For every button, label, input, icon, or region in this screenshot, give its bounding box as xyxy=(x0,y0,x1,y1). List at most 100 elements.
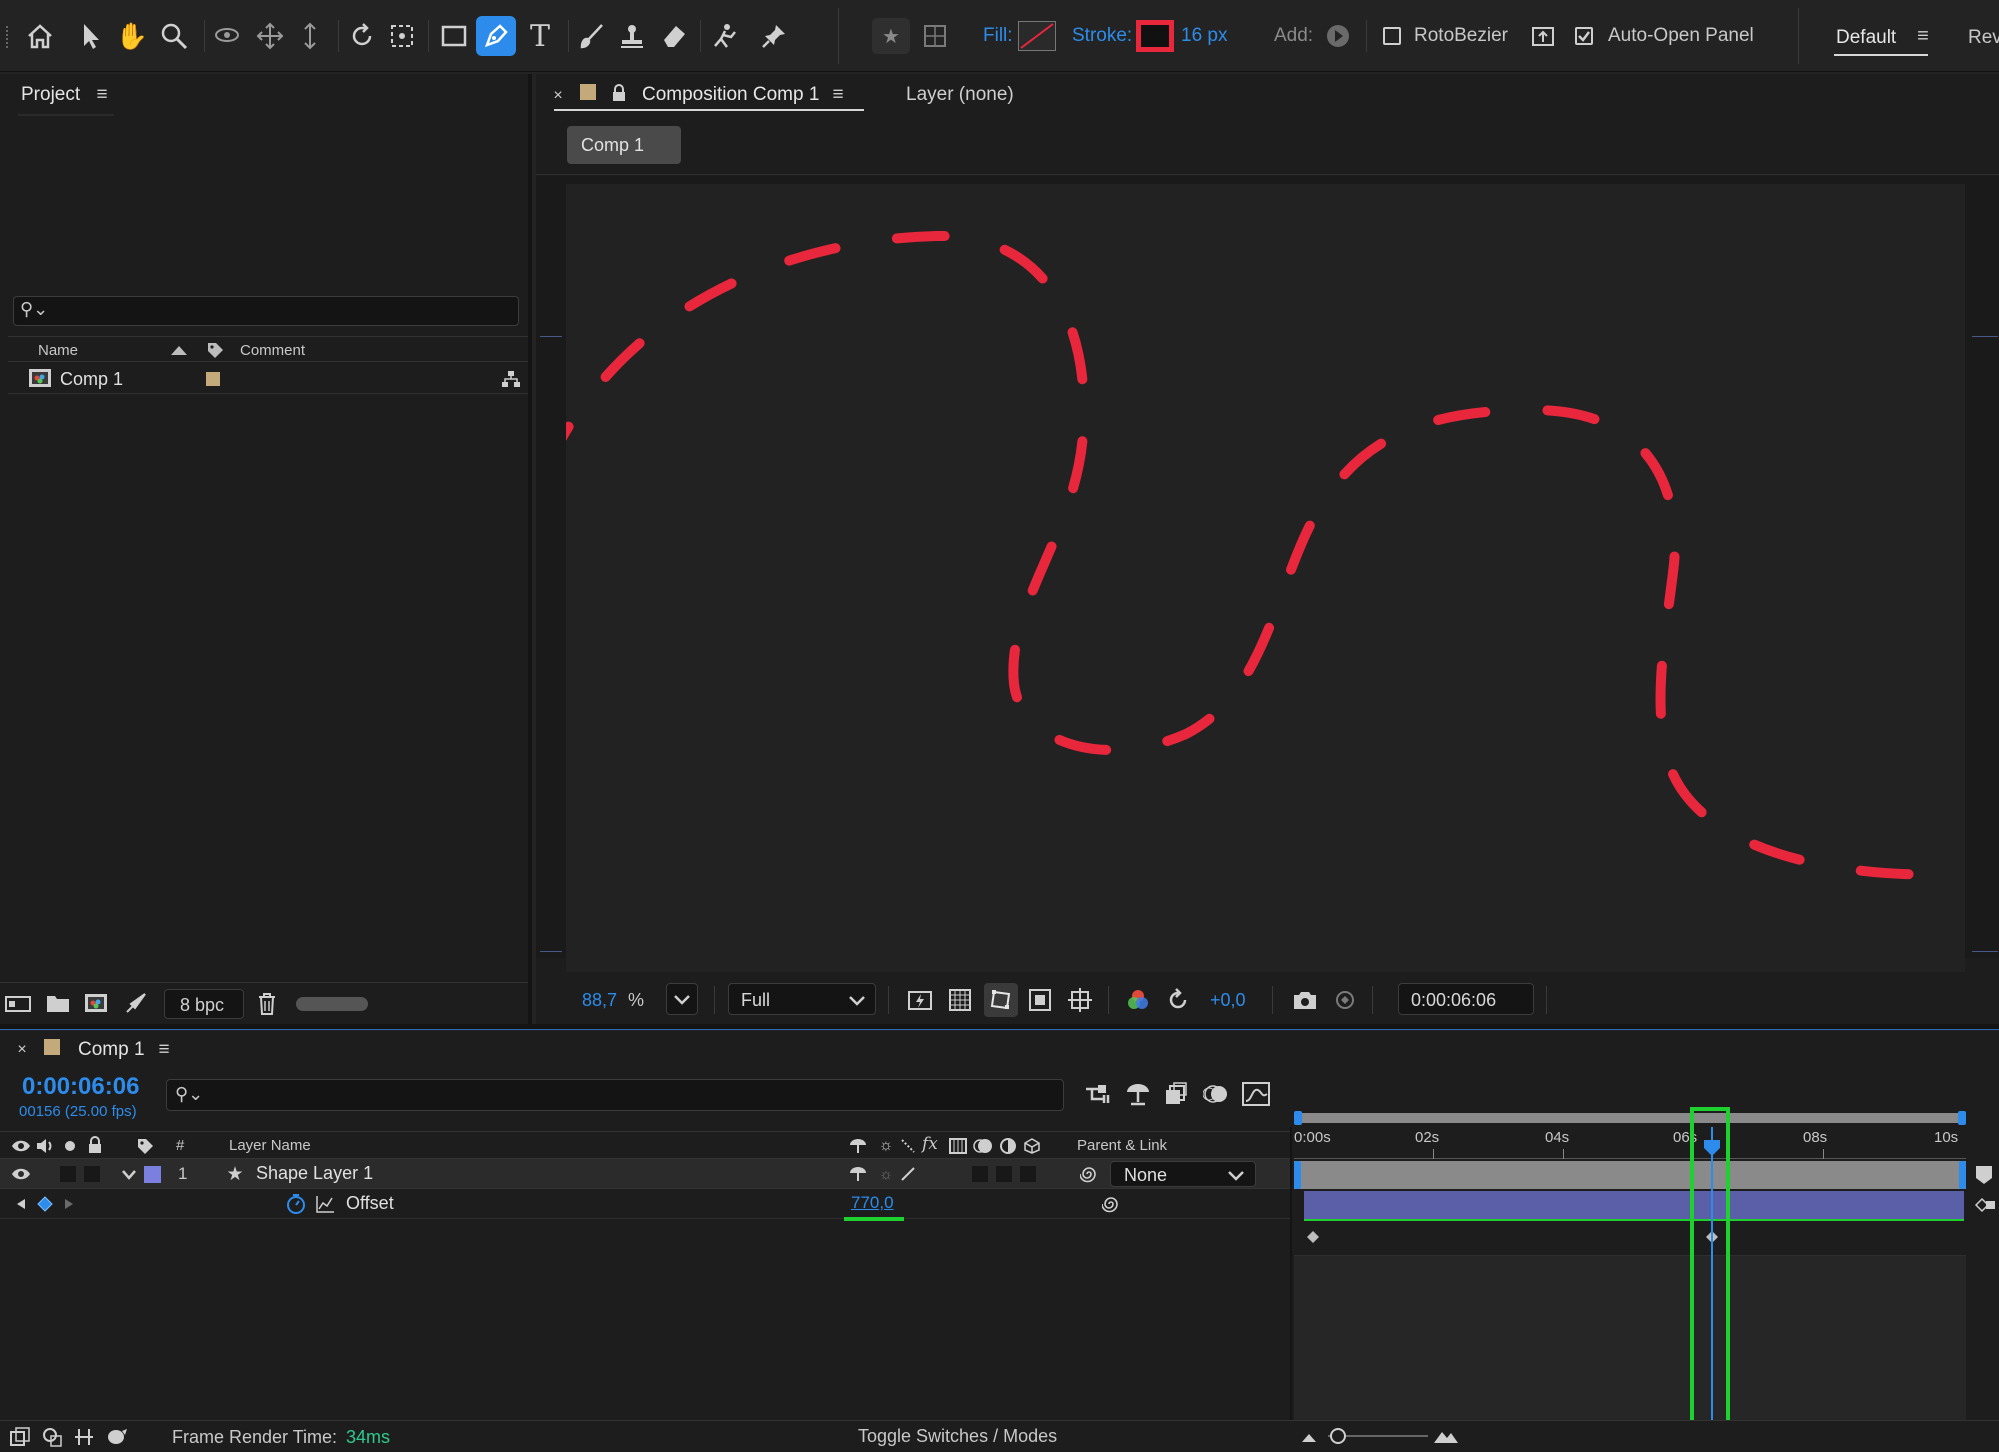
lock-column-icon[interactable] xyxy=(84,1134,106,1156)
show-snapshot-icon[interactable] xyxy=(1330,986,1360,1014)
anchor-point-icon[interactable] xyxy=(384,18,420,54)
graph-icon[interactable] xyxy=(314,1193,336,1215)
grid-guides-icon[interactable] xyxy=(1066,986,1094,1014)
motion-blur-switch-icon[interactable] xyxy=(972,1135,994,1157)
col-comment[interactable]: Comment xyxy=(240,342,305,359)
clone-stamp-icon[interactable] xyxy=(614,18,650,54)
add-keyframe-icon[interactable] xyxy=(34,1194,56,1214)
visibility-eye-icon[interactable] xyxy=(10,1135,32,1157)
prev-keyframe-icon[interactable] xyxy=(12,1194,30,1214)
project-search[interactable]: ⚲⌄ xyxy=(13,296,519,326)
orbit-camera-icon[interactable] xyxy=(210,18,246,54)
timeline-menu-icon[interactable]: ≡ xyxy=(154,1039,174,1061)
layer-solo-box[interactable] xyxy=(60,1166,76,1182)
transparency-grid-icon[interactable] xyxy=(946,986,974,1014)
graph-editor-icon[interactable] xyxy=(1240,1079,1272,1109)
work-area-bar[interactable] xyxy=(1294,1113,1966,1123)
transfer-controls-icon[interactable] xyxy=(40,1425,64,1449)
flowchart-icon[interactable] xyxy=(500,368,522,390)
col-layer-name[interactable]: Layer Name xyxy=(229,1137,311,1154)
auto-open-checkbox[interactable] xyxy=(1575,27,1593,45)
zoom-in-mountain-icon[interactable] xyxy=(1432,1425,1460,1447)
comp-button-icon[interactable] xyxy=(1972,1193,1998,1217)
layer-switches-icon[interactable] xyxy=(8,1425,32,1449)
sort-ascending-icon[interactable] xyxy=(168,339,190,361)
project-menu-icon[interactable]: ≡ xyxy=(92,84,112,106)
comp-tab-label[interactable]: Composition Comp 1 xyxy=(642,84,819,106)
workspace-review[interactable]: Revi xyxy=(1968,27,1999,49)
stopwatch-icon[interactable] xyxy=(284,1192,308,1216)
stroke-swatch[interactable] xyxy=(1136,20,1174,52)
hand-icon[interactable]: ✋ xyxy=(114,18,150,54)
composition-viewer[interactable] xyxy=(536,176,1999,972)
layer-quality-icon[interactable] xyxy=(898,1163,918,1185)
close-tab-icon[interactable]: × xyxy=(550,86,566,106)
layer-switch-box-1[interactable] xyxy=(972,1166,988,1182)
layer-label-color[interactable] xyxy=(144,1166,161,1183)
property-pick-whip-icon[interactable] xyxy=(1100,1193,1122,1215)
col-number[interactable]: # xyxy=(176,1137,184,1154)
work-area-lane-end[interactable] xyxy=(1959,1161,1966,1189)
adjustment-layer-icon[interactable] xyxy=(998,1135,1018,1157)
comp-tab-label-color[interactable] xyxy=(580,84,596,100)
label-tag-icon[interactable] xyxy=(204,339,226,361)
reset-exposure-icon[interactable] xyxy=(1164,986,1192,1014)
eraser-icon[interactable] xyxy=(656,18,692,54)
project-item-label-color[interactable] xyxy=(206,372,220,386)
time-ruler[interactable]: 0:00s 02s 04s 06s 08s 10s xyxy=(1294,1125,1966,1159)
color-channels-icon[interactable] xyxy=(1124,986,1152,1014)
comp-marker-bin-icon[interactable] xyxy=(1972,1163,1996,1187)
comp-canvas[interactable] xyxy=(566,184,1965,972)
new-folder-icon[interactable] xyxy=(44,991,72,1015)
audio-icon[interactable] xyxy=(34,1135,56,1157)
fx-switch-icon[interactable]: fx xyxy=(922,1134,938,1154)
comp-breadcrumb[interactable]: Comp 1 xyxy=(567,126,681,164)
list-item[interactable]: Comp 1 xyxy=(8,364,528,394)
layer-switch-box-3[interactable] xyxy=(1020,1166,1036,1182)
composition-flowchart-icon[interactable] xyxy=(1082,1079,1114,1109)
collapse-switch-icon[interactable]: ☼ xyxy=(876,1135,896,1157)
property-value[interactable]: 770,0 xyxy=(851,1193,894,1213)
zoom-dropdown[interactable] xyxy=(666,983,698,1015)
snapshot-camera-icon[interactable] xyxy=(1290,986,1320,1014)
pick-whip-icon[interactable] xyxy=(1078,1163,1100,1185)
fast-preview-icon[interactable] xyxy=(906,986,934,1014)
next-keyframe-icon[interactable] xyxy=(60,1194,78,1214)
region-of-interest-icon[interactable] xyxy=(1026,986,1054,1014)
comp-tab-menu-icon[interactable]: ≡ xyxy=(828,84,848,106)
col-name[interactable]: Name xyxy=(38,342,78,359)
layer-visibility-eye-icon[interactable] xyxy=(10,1163,32,1185)
timeline-zoom-thumb[interactable] xyxy=(1330,1428,1346,1444)
viewer-timecode[interactable]: 0:00:06:06 xyxy=(1398,983,1534,1015)
layer-collapse-icon[interactable]: ☼ xyxy=(876,1163,896,1185)
zoom-value[interactable]: 88,7 xyxy=(582,990,617,1011)
new-composition-icon[interactable] xyxy=(82,991,110,1015)
interpret-footage-icon[interactable] xyxy=(4,991,32,1015)
layer-lock-box[interactable] xyxy=(84,1166,100,1182)
fill-swatch[interactable] xyxy=(1018,21,1056,51)
render-time-icon[interactable] xyxy=(104,1425,130,1449)
star-icon[interactable]: ★ xyxy=(872,18,910,54)
label-column-icon[interactable] xyxy=(134,1135,156,1157)
add-arrow-icon[interactable] xyxy=(1324,22,1352,50)
frame-blend-switch-icon[interactable] xyxy=(948,1135,968,1157)
toggle-switches-modes[interactable]: Toggle Switches / Modes xyxy=(858,1426,1057,1447)
rectangle-tool-icon[interactable] xyxy=(436,18,472,54)
checker-icon[interactable] xyxy=(918,18,952,54)
draft-3d-icon[interactable] xyxy=(1122,1079,1154,1109)
mask-visibility-icon[interactable] xyxy=(984,983,1018,1017)
pen-tool-icon[interactable] xyxy=(476,16,516,56)
exposure-value[interactable]: +0,0 xyxy=(1210,990,1246,1011)
project-title[interactable]: Project xyxy=(21,84,80,106)
layer-shy-icon[interactable] xyxy=(848,1163,868,1185)
close-timeline-icon[interactable]: × xyxy=(14,1039,30,1061)
table-row[interactable]: 1 ★ Shape Layer 1 ☼ None xyxy=(0,1159,1292,1189)
stroke-width-value[interactable]: 16 px xyxy=(1181,25,1227,47)
shy-switch-icon[interactable] xyxy=(848,1135,868,1157)
puppet-pin-icon[interactable] xyxy=(756,18,792,54)
lock-icon[interactable] xyxy=(610,82,628,104)
fill-label[interactable]: Fill: xyxy=(983,25,1013,47)
quality-switch-icon[interactable] xyxy=(898,1135,918,1157)
home-icon[interactable] xyxy=(22,18,58,54)
work-area-lane-start[interactable] xyxy=(1294,1161,1301,1189)
